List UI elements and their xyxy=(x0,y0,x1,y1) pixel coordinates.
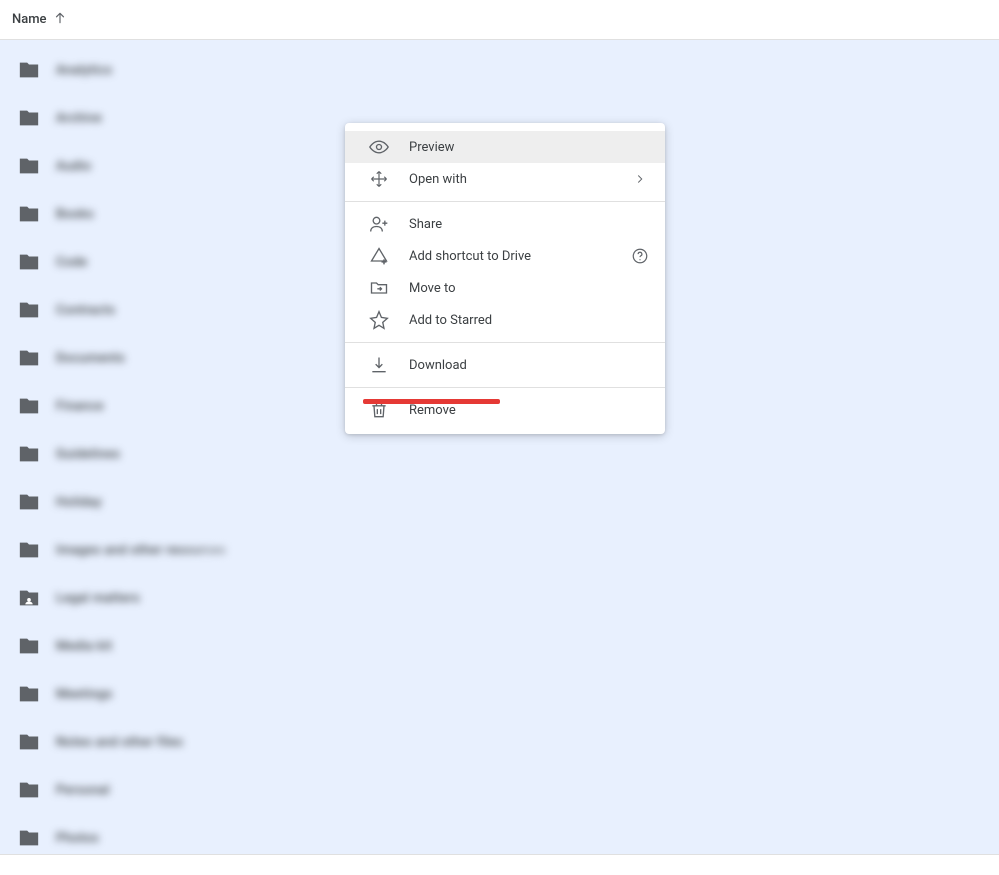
file-row[interactable]: Meetings xyxy=(6,670,993,718)
file-name: Archive xyxy=(56,111,102,126)
menu-label: Remove xyxy=(409,403,649,418)
file-row[interactable]: Images and other resources xyxy=(6,526,993,574)
folder-icon xyxy=(18,443,40,465)
menu-share[interactable]: Share xyxy=(345,208,665,240)
file-row[interactable]: Guidelines xyxy=(6,430,993,478)
move-arrows-icon xyxy=(369,169,389,189)
file-name: Books xyxy=(56,207,94,222)
folder-icon xyxy=(18,539,40,561)
folder-icon xyxy=(18,155,40,177)
file-row[interactable]: Photos xyxy=(6,814,993,862)
file-name: Images and other resources xyxy=(56,543,226,558)
person-add-icon xyxy=(369,214,389,234)
chevron-right-icon xyxy=(631,170,649,188)
menu-label: Preview xyxy=(409,140,649,155)
file-name: Finance xyxy=(56,399,104,414)
file-name: Meetings xyxy=(56,687,113,702)
folder-icon xyxy=(18,347,40,369)
folder-icon xyxy=(18,683,40,705)
folder-icon xyxy=(18,59,40,81)
folder-icon xyxy=(18,731,40,753)
menu-label: Add to Starred xyxy=(409,313,649,328)
menu-divider xyxy=(345,342,665,343)
folder-icon xyxy=(18,395,40,417)
file-row[interactable]: Notes and other files xyxy=(6,718,993,766)
folder-icon xyxy=(18,779,40,801)
file-name: Contracts xyxy=(56,303,115,318)
file-name: Analytics xyxy=(56,63,112,78)
menu-label: Download xyxy=(409,358,649,373)
file-name: Code xyxy=(56,255,87,270)
file-name: Audio xyxy=(56,159,91,174)
menu-download[interactable]: Download xyxy=(345,349,665,381)
menu-divider xyxy=(345,201,665,202)
folder-icon xyxy=(18,203,40,225)
column-header-name[interactable]: Name xyxy=(12,12,47,27)
trash-icon xyxy=(369,400,389,420)
context-menu: Preview Open with Share Add shortcut to … xyxy=(345,123,665,434)
column-header-row: Name xyxy=(0,0,999,40)
eye-icon xyxy=(369,137,389,157)
menu-move-to[interactable]: Move to xyxy=(345,272,665,304)
file-row[interactable]: Holiday xyxy=(6,478,993,526)
file-name: Personal xyxy=(56,783,110,798)
file-name: Media kit xyxy=(56,639,112,654)
file-row[interactable]: Legal matters xyxy=(6,574,993,622)
folder-icon xyxy=(18,251,40,273)
file-name: Legal matters xyxy=(56,591,140,606)
menu-divider xyxy=(345,387,665,388)
menu-label: Share xyxy=(409,217,649,232)
folder-icon xyxy=(18,491,40,513)
help-icon[interactable] xyxy=(631,247,649,265)
drive-shortcut-icon xyxy=(369,246,389,266)
menu-label: Move to xyxy=(409,281,649,296)
menu-add-starred[interactable]: Add to Starred xyxy=(345,304,665,336)
menu-label: Add shortcut to Drive xyxy=(409,249,631,264)
menu-label: Open with xyxy=(409,172,631,187)
file-name: Documents xyxy=(56,351,125,366)
folder-move-icon xyxy=(369,278,389,298)
menu-remove[interactable]: Remove xyxy=(345,394,665,426)
file-name: Notes and other files xyxy=(56,735,184,750)
folder-icon xyxy=(18,299,40,321)
menu-open-with[interactable]: Open with xyxy=(345,163,665,195)
file-row[interactable]: Analytics xyxy=(6,46,993,94)
shared-folder-icon xyxy=(18,587,40,609)
file-row[interactable]: Personal xyxy=(6,766,993,814)
folder-icon xyxy=(18,827,40,849)
folder-icon xyxy=(18,635,40,657)
download-icon xyxy=(369,355,389,375)
file-row[interactable]: Media kit xyxy=(6,622,993,670)
folder-icon xyxy=(18,107,40,129)
menu-add-shortcut[interactable]: Add shortcut to Drive xyxy=(345,240,665,272)
file-name: Photos xyxy=(56,831,99,846)
sort-ascending-icon[interactable] xyxy=(53,11,67,29)
star-icon xyxy=(369,310,389,330)
file-name: Guidelines xyxy=(56,447,120,462)
menu-preview[interactable]: Preview xyxy=(345,131,665,163)
file-name: Holiday xyxy=(56,495,102,510)
